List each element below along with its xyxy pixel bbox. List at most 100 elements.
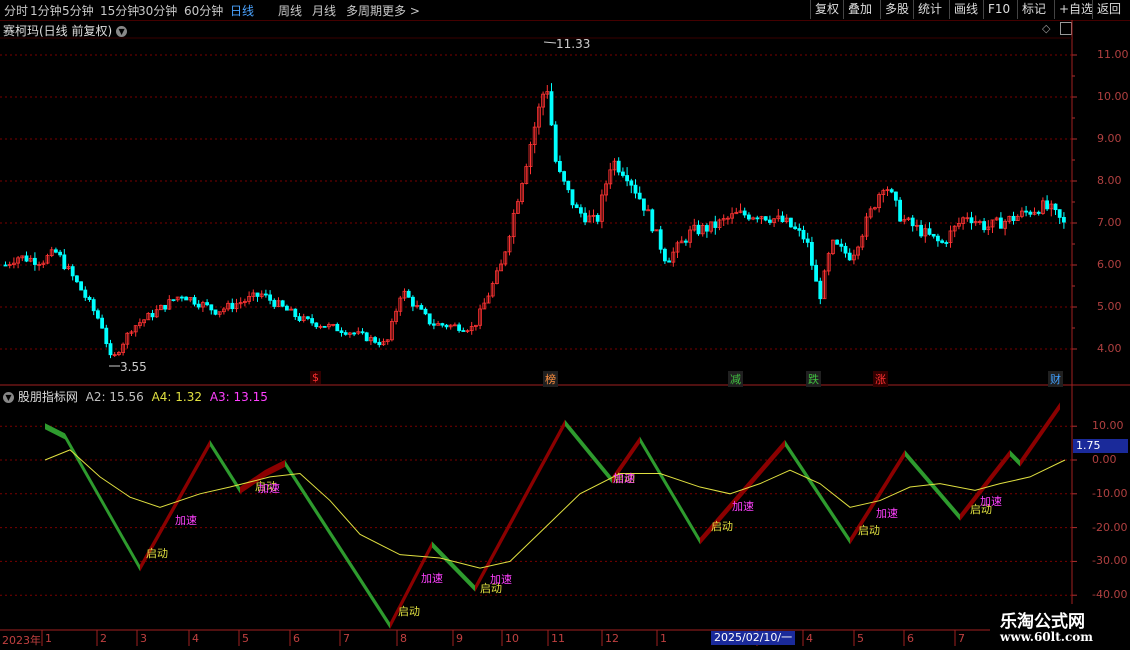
chart-canvas[interactable] [0,0,1130,650]
event-tag-0[interactable]: $ [310,371,321,384]
signal-accel-label: 加速 [175,514,197,527]
candle-body [339,330,344,333]
month-label: 7 [343,632,350,645]
ribbon-rise-segment [265,459,285,478]
candle-body [87,296,92,300]
event-tag-3[interactable]: 跌 [806,371,821,387]
ribbon-fall-segment [65,433,140,572]
event-tag-4[interactable]: 涨 [873,371,888,387]
candle-body [263,293,268,296]
candle-body [91,299,96,312]
month-label: 5 [242,632,249,645]
candle-body [171,299,176,302]
low-price-label: 3.55 [120,360,147,374]
indicator-tick-label: 0.00 [1092,453,1117,466]
candle-body [982,221,986,231]
month-label: 4 [806,632,813,645]
candle-body [553,124,558,162]
signal-accel-label: 加速 [980,495,1002,508]
price-tick-label: 10.00 [1097,90,1129,103]
ribbon-fall-segment [785,440,850,545]
ribbon-fall-segment [905,450,960,521]
candle-body [835,239,839,245]
month-label: 4 [192,632,199,645]
candle-body [268,294,273,301]
candle-body [789,217,793,228]
event-tag-2[interactable]: 减 [728,371,743,387]
candle-body [780,215,785,223]
candle-body [1053,203,1058,211]
candle-body [427,313,432,325]
candle-body [444,324,449,328]
candle-body [150,313,155,318]
candle-body [440,323,445,326]
watermark-url: www.60lt.com [1000,630,1093,644]
indicator-tick-label: -10.00 [1092,486,1128,500]
ribbon-fall-segment [45,423,65,440]
price-tick-label: 9.00 [1097,132,1122,145]
candle-body [33,257,37,265]
candle-body [755,217,760,220]
price-tick-label: 11.00 [1097,48,1129,61]
candle-body [927,228,932,235]
event-tag-1[interactable]: 榜 [543,371,558,387]
candle-body [805,238,810,243]
candle-body [747,214,751,220]
year-label: 2023年 [2,634,41,647]
candle-body [1057,209,1062,218]
signal-start-label: 启动 [146,547,168,560]
candle-body [936,235,940,242]
price-tick-label: 7.00 [1097,216,1122,229]
candle-body [549,91,554,126]
candle-body [163,304,168,310]
candle-body [230,302,235,310]
cursor-date-box: 2025/02/10/一 [711,631,796,645]
candle-body [894,191,898,201]
candle-body [797,228,802,231]
candle-body [579,207,583,214]
candle-body [810,241,814,266]
candle-body [843,245,848,254]
signal-accel-label: 加速 [613,472,635,485]
candle-body [205,302,210,306]
candle-body [297,316,302,321]
event-tag-5[interactable]: 财 [1048,371,1063,387]
candle-body [310,318,315,324]
candle-body [642,198,646,211]
candle-body [1045,200,1049,210]
candle-body [360,331,365,334]
candle-body [24,255,29,262]
candle-body [373,337,378,343]
month-label: 11 [551,632,565,645]
candle-body [847,252,852,261]
signal-accel-label: 加速 [732,500,754,513]
candle-body [62,254,67,270]
signal-start-label: 启动 [858,524,880,537]
price-tick-label: 4.00 [1097,342,1122,355]
candle-body [410,296,415,307]
candle-body [1062,217,1066,223]
indicator-tick-label: 10.00 [1092,419,1124,433]
signal-accel-label: 加速 [490,573,512,586]
candle-body [305,316,310,319]
candle-body [209,304,214,311]
candle-body [96,310,100,319]
watermark: 乐淘公式网 www.60lt.com [990,604,1130,650]
candle-body [898,199,902,222]
candle-body [625,175,629,182]
candle-body [54,249,58,253]
candle-body [574,204,579,209]
candle-body [570,189,575,206]
candle-body [684,240,688,243]
candle-body [566,180,571,191]
candle-body [910,217,915,227]
indicator-value-box: 1.75 [1073,439,1128,453]
candle-body [322,325,327,328]
candle-body [742,210,747,216]
candle-body [104,327,109,345]
candle-body [814,264,818,282]
candle-body [314,322,319,328]
ribbon-rise-segment [1020,402,1060,467]
candle-body [1028,211,1033,215]
candle-body [335,324,340,332]
